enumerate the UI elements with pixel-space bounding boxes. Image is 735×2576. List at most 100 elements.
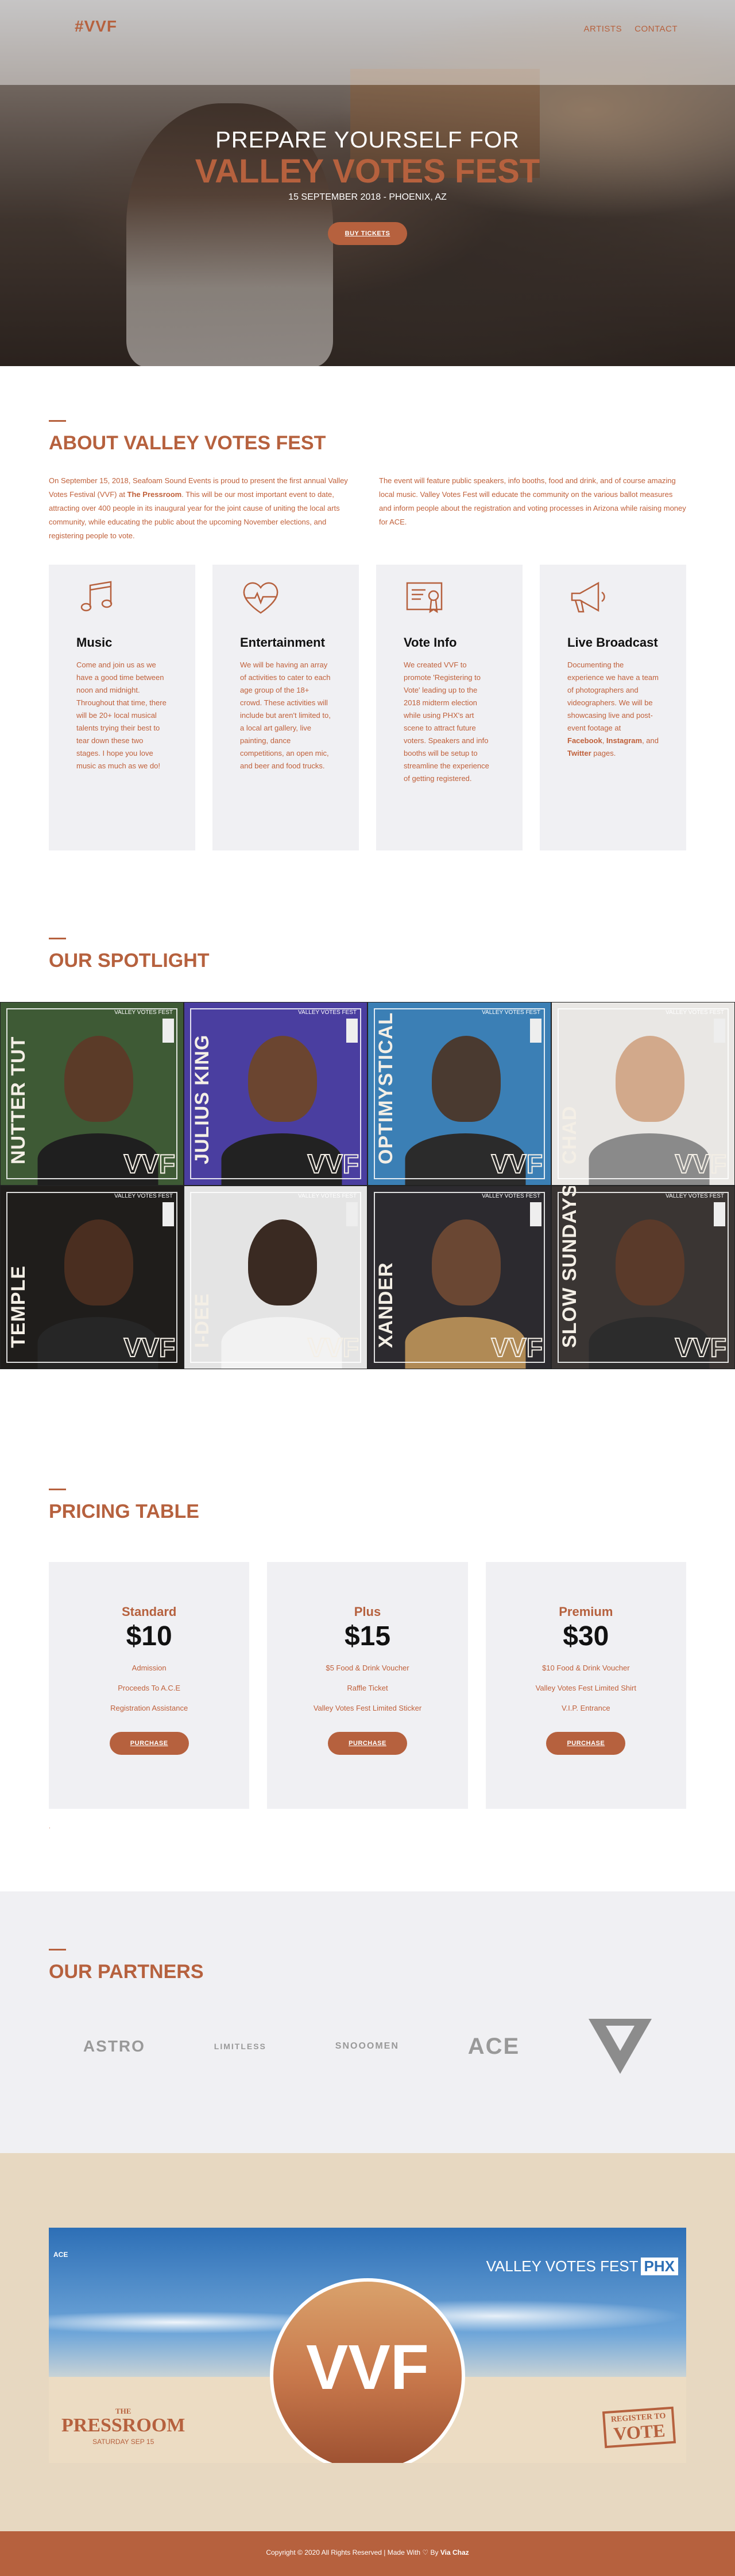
- artist-name: NUTTER TUT: [7, 1036, 29, 1164]
- artist-name: SLOW SUNDAYS: [559, 1186, 581, 1348]
- artist-tile[interactable]: VALLEY VOTES FEST OPTIMYSTICAL VVF: [368, 1002, 551, 1186]
- plan-name: Plus: [354, 1604, 381, 1619]
- nav-link-contact[interactable]: CONTACT: [635, 24, 678, 34]
- tile-flag: [163, 1202, 174, 1226]
- feature-text: We created VVF to promote 'Registering t…: [404, 660, 489, 783]
- plan-feature: $5 Food & Drink Voucher: [326, 1664, 409, 1672]
- partner-logo-snooomen[interactable]: SNOOOMEN: [335, 2041, 399, 2052]
- artist-tile[interactable]: VALLEY VOTES FEST NUTTER TUT VVF: [0, 1002, 184, 1186]
- tile-brand: VALLEY VOTES FEST: [482, 1193, 540, 1199]
- promo-section: ACE VALLEY VOTES FEST PHX VVF THE PRESSRO…: [0, 2153, 735, 2531]
- partner-logos: ASTRO LIMITLESS SNOOOMEN ACE: [49, 2018, 686, 2075]
- tile-flag: [530, 1202, 541, 1226]
- music-note-icon: [80, 581, 113, 612]
- hero-section: #VVF ARTISTS CONTACT PREPARE YOURSELF FO…: [0, 0, 735, 366]
- artist-tile[interactable]: VALLEY VOTES FEST JULIUS KING VVF: [184, 1002, 368, 1186]
- feature-title: Live Broadcast: [567, 635, 658, 650]
- banner-ace-logo: ACE: [53, 2251, 68, 2259]
- hero-pre-title: PREPARE YOURSELF FOR: [215, 127, 520, 153]
- hero-title: VALLEY VOTES FEST: [195, 153, 540, 190]
- spotlight-title: OUR SPOTLIGHT: [49, 950, 210, 972]
- feature-cards: Music Come and join us as we have a good…: [49, 565, 686, 850]
- artist-name: JULIUS KING: [191, 1034, 213, 1164]
- pricing-section: PRICING TABLE Standard $10 Admission Pro…: [0, 1369, 735, 1891]
- feature-card-music: Music Come and join us as we have a good…: [49, 565, 195, 850]
- certificate-icon: [406, 582, 443, 613]
- tile-flag: [346, 1202, 358, 1226]
- feature-text: We will be having an array of activities…: [240, 660, 331, 770]
- instagram-link[interactable]: Instagram: [606, 736, 642, 745]
- promo-banner[interactable]: ACE VALLEY VOTES FEST PHX VVF THE PRESSRO…: [49, 2228, 686, 2463]
- artist-tile[interactable]: VALLEY VOTES FEST SLOW SUNDAYS VVF: [551, 1186, 735, 1369]
- about-text-right: The event will feature public speakers, …: [379, 476, 686, 526]
- nav-links: ARTISTS CONTACT: [584, 24, 678, 34]
- banner-pressroom-logo: THE PRESSROOM SATURDAY SEP 15: [61, 2407, 185, 2446]
- tile-vvf-badge: VVF: [675, 1148, 727, 1179]
- facebook-link[interactable]: Facebook: [567, 736, 602, 745]
- feature-card-vote-info: Vote Info We created VVF to promote 'Reg…: [376, 565, 523, 850]
- feature-text: Come and join us as we have a good time …: [76, 660, 167, 770]
- partner-logo-astro[interactable]: ASTRO: [83, 2037, 145, 2056]
- section-divider: [49, 1949, 66, 1951]
- site-logo[interactable]: #VVF: [75, 17, 117, 36]
- banner-valley-votes: VALLEY VOTES FEST PHX: [486, 2258, 678, 2275]
- artist-name: I-DEE: [191, 1293, 213, 1348]
- section-divider: [49, 938, 66, 939]
- site-footer: Copyright © 2020 All Rights Reserved | M…: [0, 2531, 735, 2576]
- tile-vvf-badge: VVF: [123, 1332, 176, 1363]
- spotlight-section: OUR SPOTLIGHT VALLEY VOTES FEST NUTTER TU…: [0, 894, 735, 1369]
- tile-flag: [530, 1019, 541, 1043]
- plan-card-plus: Plus $15 $5 Food & Drink Voucher Raffle …: [267, 1562, 468, 1809]
- tile-flag: [714, 1019, 725, 1043]
- artist-tile[interactable]: VALLEY VOTES FEST CHAD VVF: [551, 1002, 735, 1186]
- tile-flag: [714, 1202, 725, 1226]
- tile-vvf-badge: VVF: [675, 1332, 727, 1363]
- purchase-button-standard[interactable]: PURCHASE: [109, 1732, 189, 1755]
- tile-brand: VALLEY VOTES FEST: [482, 1009, 540, 1016]
- tile-vvf-badge: VVF: [123, 1148, 176, 1179]
- artist-tile[interactable]: VALLEY VOTES FEST TEMPLE VVF: [0, 1186, 184, 1369]
- feature-title: Entertainment: [240, 635, 325, 650]
- footer-author-link[interactable]: Via Chaz: [440, 2548, 469, 2556]
- plan-price: $15: [344, 1621, 391, 1652]
- tile-vvf-badge: VVF: [307, 1332, 359, 1363]
- plan-feature: Admission: [131, 1664, 167, 1672]
- tile-flag: [346, 1019, 358, 1043]
- plan-feature: Valley Votes Fest Limited Sticker: [313, 1704, 422, 1712]
- partner-logo-limitless[interactable]: LIMITLESS: [214, 2042, 266, 2051]
- plan-feature: Registration Assistance: [110, 1704, 188, 1712]
- tile-vvf-badge: VVF: [491, 1148, 543, 1179]
- tile-brand: VALLEY VOTES FEST: [298, 1193, 357, 1199]
- feature-card-live-broadcast: Live Broadcast Documenting the experienc…: [540, 565, 686, 850]
- partners-title: OUR PARTNERS: [49, 1961, 204, 1983]
- about-section: ABOUT VALLEY VOTES FEST On September 15,…: [0, 366, 735, 894]
- section-divider: [49, 1489, 66, 1490]
- pricing-title: PRICING TABLE: [49, 1501, 199, 1522]
- nav-link-artists[interactable]: ARTISTS: [584, 24, 622, 34]
- purchase-button-premium[interactable]: PURCHASE: [546, 1732, 626, 1755]
- artist-tile[interactable]: VALLEY VOTES FEST XANDER VVF: [368, 1186, 551, 1369]
- partners-section: OUR PARTNERS ASTRO LIMITLESS SNOOOMEN AC…: [0, 1891, 735, 2153]
- about-title: ABOUT VALLEY VOTES FEST: [49, 432, 326, 454]
- pricing-plans: Standard $10 Admission Proceeds To A.C.E…: [49, 1562, 686, 1809]
- tile-vvf-badge: VVF: [307, 1148, 359, 1179]
- plan-feature: Raffle Ticket: [347, 1684, 388, 1692]
- artist-grid: VALLEY VOTES FEST NUTTER TUT VVF VALLEY VOT…: [0, 1002, 735, 1369]
- pricing-note: .: [49, 1824, 51, 1830]
- twitter-link[interactable]: Twitter: [567, 749, 591, 757]
- section-divider: [49, 420, 66, 422]
- tile-brand: VALLEY VOTES FEST: [666, 1193, 724, 1199]
- plan-name: Premium: [559, 1604, 613, 1619]
- footer-copyright: Copyright © 2020 All Rights Reserved | M…: [266, 2548, 440, 2556]
- feature-title: Music: [76, 635, 113, 650]
- buy-tickets-button[interactable]: BUY TICKETS: [327, 222, 408, 245]
- partner-logo-triangle-icon[interactable]: [589, 2019, 652, 2074]
- artist-tile[interactable]: VALLEY VOTES FEST I-DEE VVF: [184, 1186, 368, 1369]
- about-text-left: On September 15, 2018, Seafoam Sound Eve…: [49, 476, 348, 540]
- megaphone-icon: [571, 581, 605, 613]
- partner-logo-ace[interactable]: ACE: [468, 2034, 520, 2060]
- artist-name: TEMPLE: [7, 1265, 29, 1348]
- purchase-button-plus[interactable]: PURCHASE: [328, 1732, 407, 1755]
- plan-price: $10: [126, 1621, 172, 1652]
- plan-name: Standard: [121, 1604, 177, 1619]
